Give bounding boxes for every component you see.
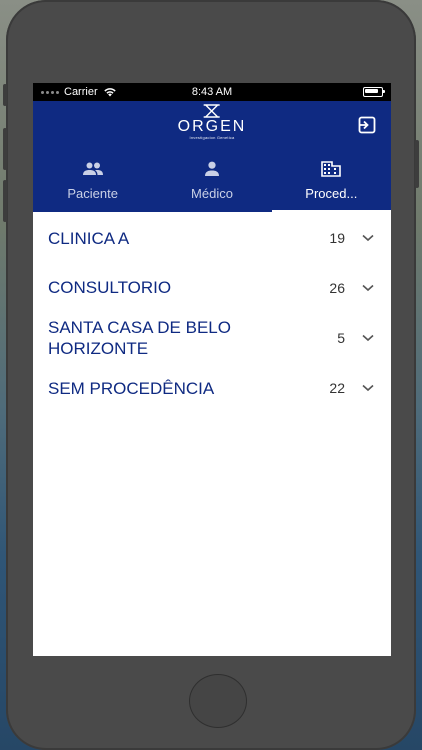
tab-label-procedencia: Proced...: [305, 186, 358, 201]
tab-paciente[interactable]: Paciente: [33, 149, 152, 212]
orgen-logo: ORGEN Investigacion Genetica: [178, 104, 247, 140]
list-item-name: SEM PROCEDÊNCIA: [48, 378, 215, 398]
tab-procedencia[interactable]: Proced...: [271, 149, 391, 212]
list-item-count: 5: [337, 329, 345, 346]
carrier-label: Carrier: [64, 86, 98, 98]
battery-icon: [363, 87, 385, 97]
power-button: [415, 140, 419, 188]
status-time: 8:43 AM: [191, 86, 233, 98]
home-button[interactable]: [189, 674, 247, 728]
volume-down-button: [3, 180, 7, 222]
mute-switch: [3, 84, 7, 106]
list-item-count: 19: [329, 230, 345, 246]
list-item-count: 22: [329, 380, 345, 396]
chevron-down-icon[interactable]: [361, 381, 375, 395]
tab-bar: Paciente Médico Proced...: [33, 149, 391, 212]
procedencia-list: CLINICA A 19 CONSULTORIO 26 SANTA CASA D…: [33, 213, 391, 413]
list-item-name: CONSULTORIO: [48, 278, 172, 297]
person-icon: [204, 161, 219, 176]
logo-text: ORGEN: [177, 118, 247, 135]
app-screen: Carrier 8:43 AM ORGEN Investigacion Gene…: [33, 83, 391, 656]
logo-subtitle: Investigacion Genetica: [189, 135, 235, 140]
building-icon: [321, 161, 342, 177]
list-item-name: SANTA CASA DE BELO HORIZONTE: [48, 317, 231, 358]
exit-icon: [358, 116, 376, 134]
volume-up-button: [3, 128, 7, 170]
wifi-icon: [103, 88, 116, 97]
tab-medico[interactable]: Médico: [152, 149, 271, 212]
tab-label-medico: Médico: [191, 186, 233, 201]
chevron-down-icon[interactable]: [361, 281, 375, 295]
list-item[interactable]: SEM PROCEDÊNCIA 22: [33, 363, 391, 413]
signal-icon: [41, 90, 59, 94]
chevron-down-icon[interactable]: [361, 331, 375, 345]
status-bar: Carrier 8:43 AM: [33, 83, 391, 101]
logo-mark-icon: [203, 104, 220, 118]
list-item[interactable]: CONSULTORIO 26: [33, 263, 391, 312]
list-item-count: 26: [329, 279, 345, 296]
chevron-down-icon[interactable]: [361, 231, 375, 245]
app-header: ORGEN Investigacion Genetica: [33, 101, 391, 149]
tab-label-paciente: Paciente: [67, 186, 118, 201]
logout-button[interactable]: [357, 115, 377, 135]
people-icon: [82, 162, 103, 175]
list-item[interactable]: CLINICA A 19: [33, 213, 391, 263]
list-item[interactable]: SANTA CASA DE BELO HORIZONTE 5: [33, 312, 391, 363]
list-item-name: CLINICA A: [48, 228, 130, 248]
